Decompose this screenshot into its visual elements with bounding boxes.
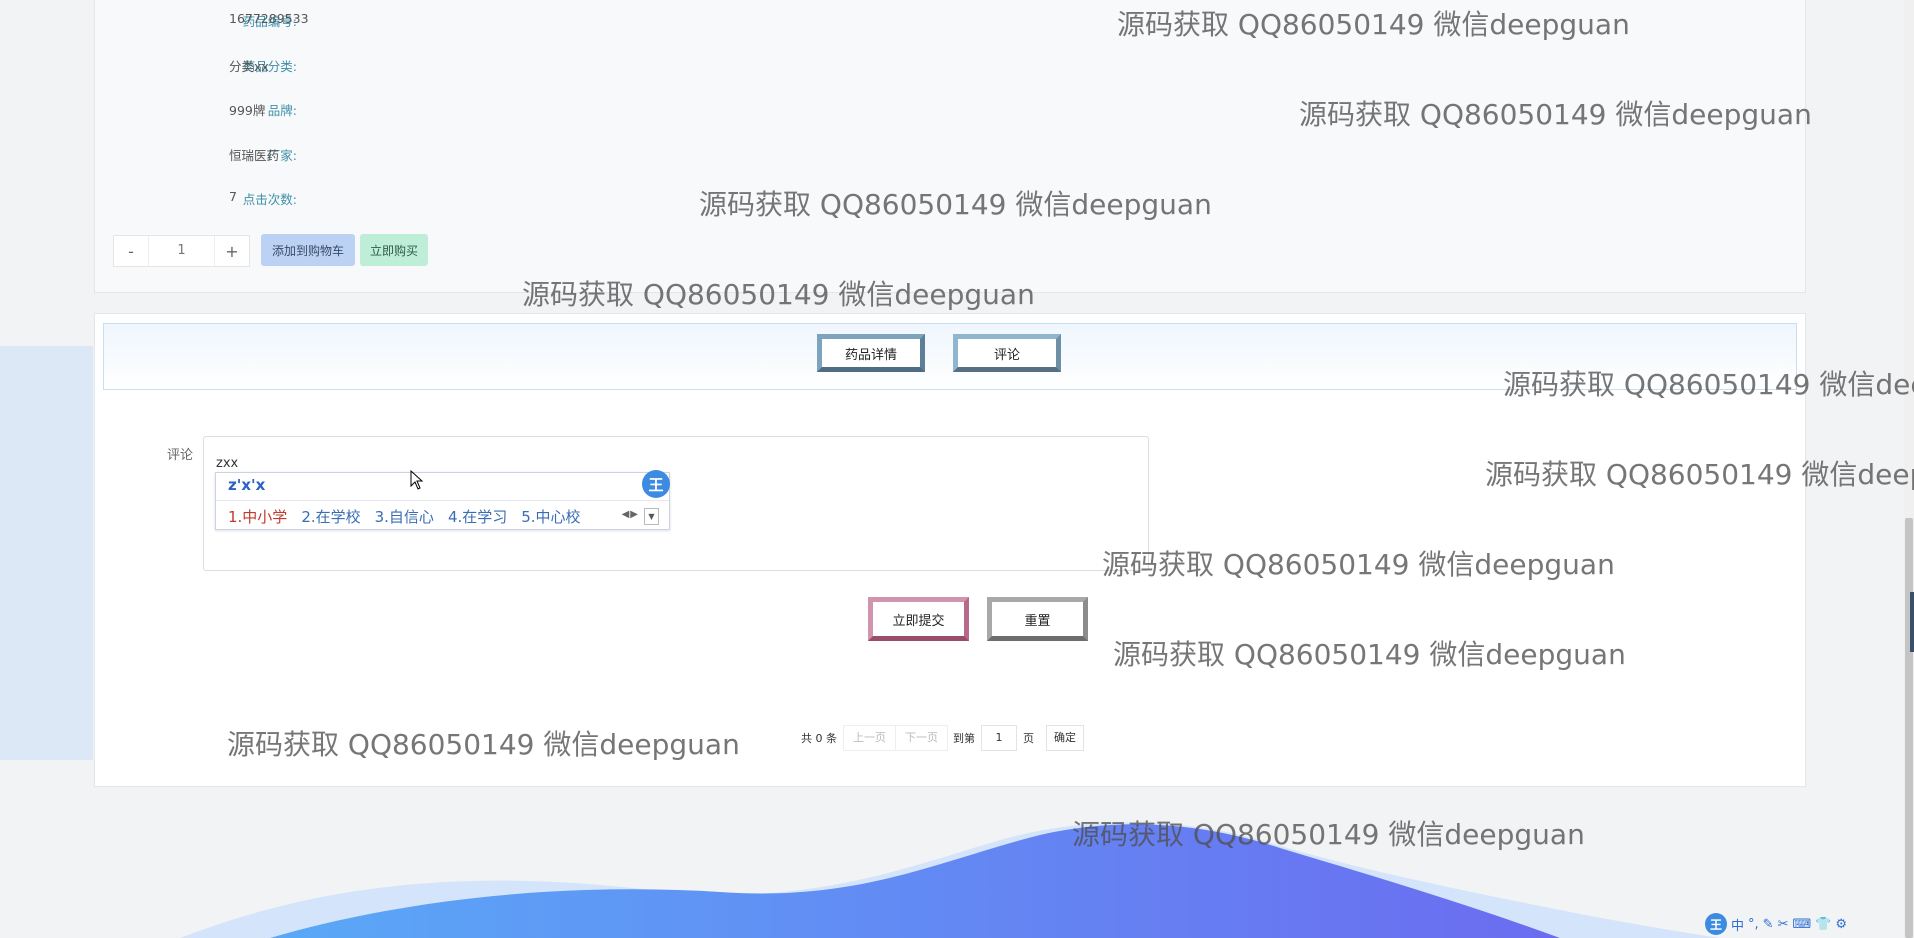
comment-label: 评论 xyxy=(167,448,194,463)
page-unit-label: 页 xyxy=(1023,732,1034,745)
ime-candidate[interactable]: 4.在学习 xyxy=(448,506,507,527)
quantity-increment-button[interactable]: + xyxy=(215,242,249,261)
ime-composition: z'x'x xyxy=(228,476,266,494)
ime-keyboard-icon[interactable]: ⌨ xyxy=(1792,917,1811,932)
info-label: 点击次数: xyxy=(242,192,297,207)
ime-status-toolbar: 王 中 °, ✎ ✂ ⌨ 👕 ⚙ xyxy=(1705,913,1847,935)
confirm-page-button[interactable]: 确定 xyxy=(1046,725,1084,751)
ime-punctuation-icon[interactable]: °, xyxy=(1748,917,1759,932)
left-decoration xyxy=(0,346,93,760)
product-info-card: 药品编号: 1677289533 药品分类: 分类xx 品牌: 999牌 厂家:… xyxy=(94,0,1806,293)
ime-skin-icon[interactable]: 👕 xyxy=(1815,917,1831,932)
submit-comment-button[interactable]: 立即提交 xyxy=(868,597,969,641)
tab-product-detail[interactable]: 药品详情 xyxy=(817,334,925,372)
quantity-input[interactable]: 1 xyxy=(148,236,215,266)
buy-now-button[interactable]: 立即购买 xyxy=(360,234,428,266)
ime-candidate[interactable]: 5.中心校 xyxy=(521,506,580,527)
ime-candidate-popup: z'x'x 王 1.中小学 2.在学校 3.自信心 4.在学习 5.中心校 ◀▶… xyxy=(215,470,670,530)
info-row-code: 药品编号: 1677289533 xyxy=(95,11,695,31)
ime-logo-icon: 王 xyxy=(642,470,670,498)
ime-candidate-list: 1.中小学 2.在学校 3.自信心 4.在学习 5.中心校 xyxy=(228,506,595,527)
pagination: 共 0 条 上一页 下一页 到第 1 页 确定 xyxy=(795,725,1084,751)
quantity-decrement-button[interactable]: - xyxy=(114,242,148,261)
ime-expand-icon[interactable]: ▼ xyxy=(644,508,659,525)
mouse-cursor-icon xyxy=(410,470,424,490)
info-value: 分类xx xyxy=(229,59,269,74)
ime-toolbar-logo-icon[interactable]: 王 xyxy=(1705,913,1727,935)
info-value: 999牌 xyxy=(229,103,266,118)
tab-comments[interactable]: 评论 xyxy=(953,334,1061,372)
pagination-total: 共 0 条 xyxy=(801,732,837,745)
info-row-category: 药品分类: 分类xx xyxy=(95,56,695,76)
info-value: 恒瑞医药 xyxy=(229,148,280,163)
info-row-manufacturer: 厂家: 恒瑞医药 xyxy=(95,145,695,165)
ime-page-arrows-icon[interactable]: ◀▶ xyxy=(622,509,639,520)
tab-bar: 药品详情 评论 xyxy=(103,323,1797,390)
scrollbar-thumb[interactable] xyxy=(1905,518,1913,938)
detail-card: 药品详情 评论 评论 zxx z'x'x 王 1.中小学 2.在学校 3.自信心… xyxy=(94,313,1806,787)
ime-scissors-icon[interactable]: ✂ xyxy=(1778,917,1789,932)
footer-wave xyxy=(180,822,1720,938)
ime-divider xyxy=(216,500,669,501)
next-page-button[interactable]: 下一页 xyxy=(895,725,948,751)
scrollbar[interactable] xyxy=(1904,0,1914,938)
comment-text: zxx xyxy=(216,456,239,471)
info-row-clicks: 点击次数: 7 xyxy=(95,189,695,209)
info-label: 品牌: xyxy=(267,103,297,118)
add-to-cart-button[interactable]: 添加到购物车 xyxy=(261,234,355,266)
info-value: 7 xyxy=(229,189,237,204)
prev-page-button[interactable]: 上一页 xyxy=(843,725,896,751)
ime-handwriting-icon[interactable]: ✎ xyxy=(1763,917,1774,932)
ime-candidate[interactable]: 3.自信心 xyxy=(375,506,434,527)
page-number-input[interactable]: 1 xyxy=(981,725,1017,751)
ime-chinese-mode-icon[interactable]: 中 xyxy=(1731,915,1744,934)
reset-button[interactable]: 重置 xyxy=(987,597,1088,641)
info-row-brand: 品牌: 999牌 xyxy=(95,100,695,120)
ime-settings-icon[interactable]: ⚙ xyxy=(1835,917,1847,932)
quantity-stepper[interactable]: - 1 + xyxy=(113,235,250,267)
ime-candidate[interactable]: 2.在学校 xyxy=(301,506,360,527)
info-value: 1677289533 xyxy=(229,11,309,26)
scrollbar-grip xyxy=(1910,592,1914,652)
goto-label: 到第 xyxy=(953,732,975,745)
ime-candidate[interactable]: 1.中小学 xyxy=(228,506,287,527)
